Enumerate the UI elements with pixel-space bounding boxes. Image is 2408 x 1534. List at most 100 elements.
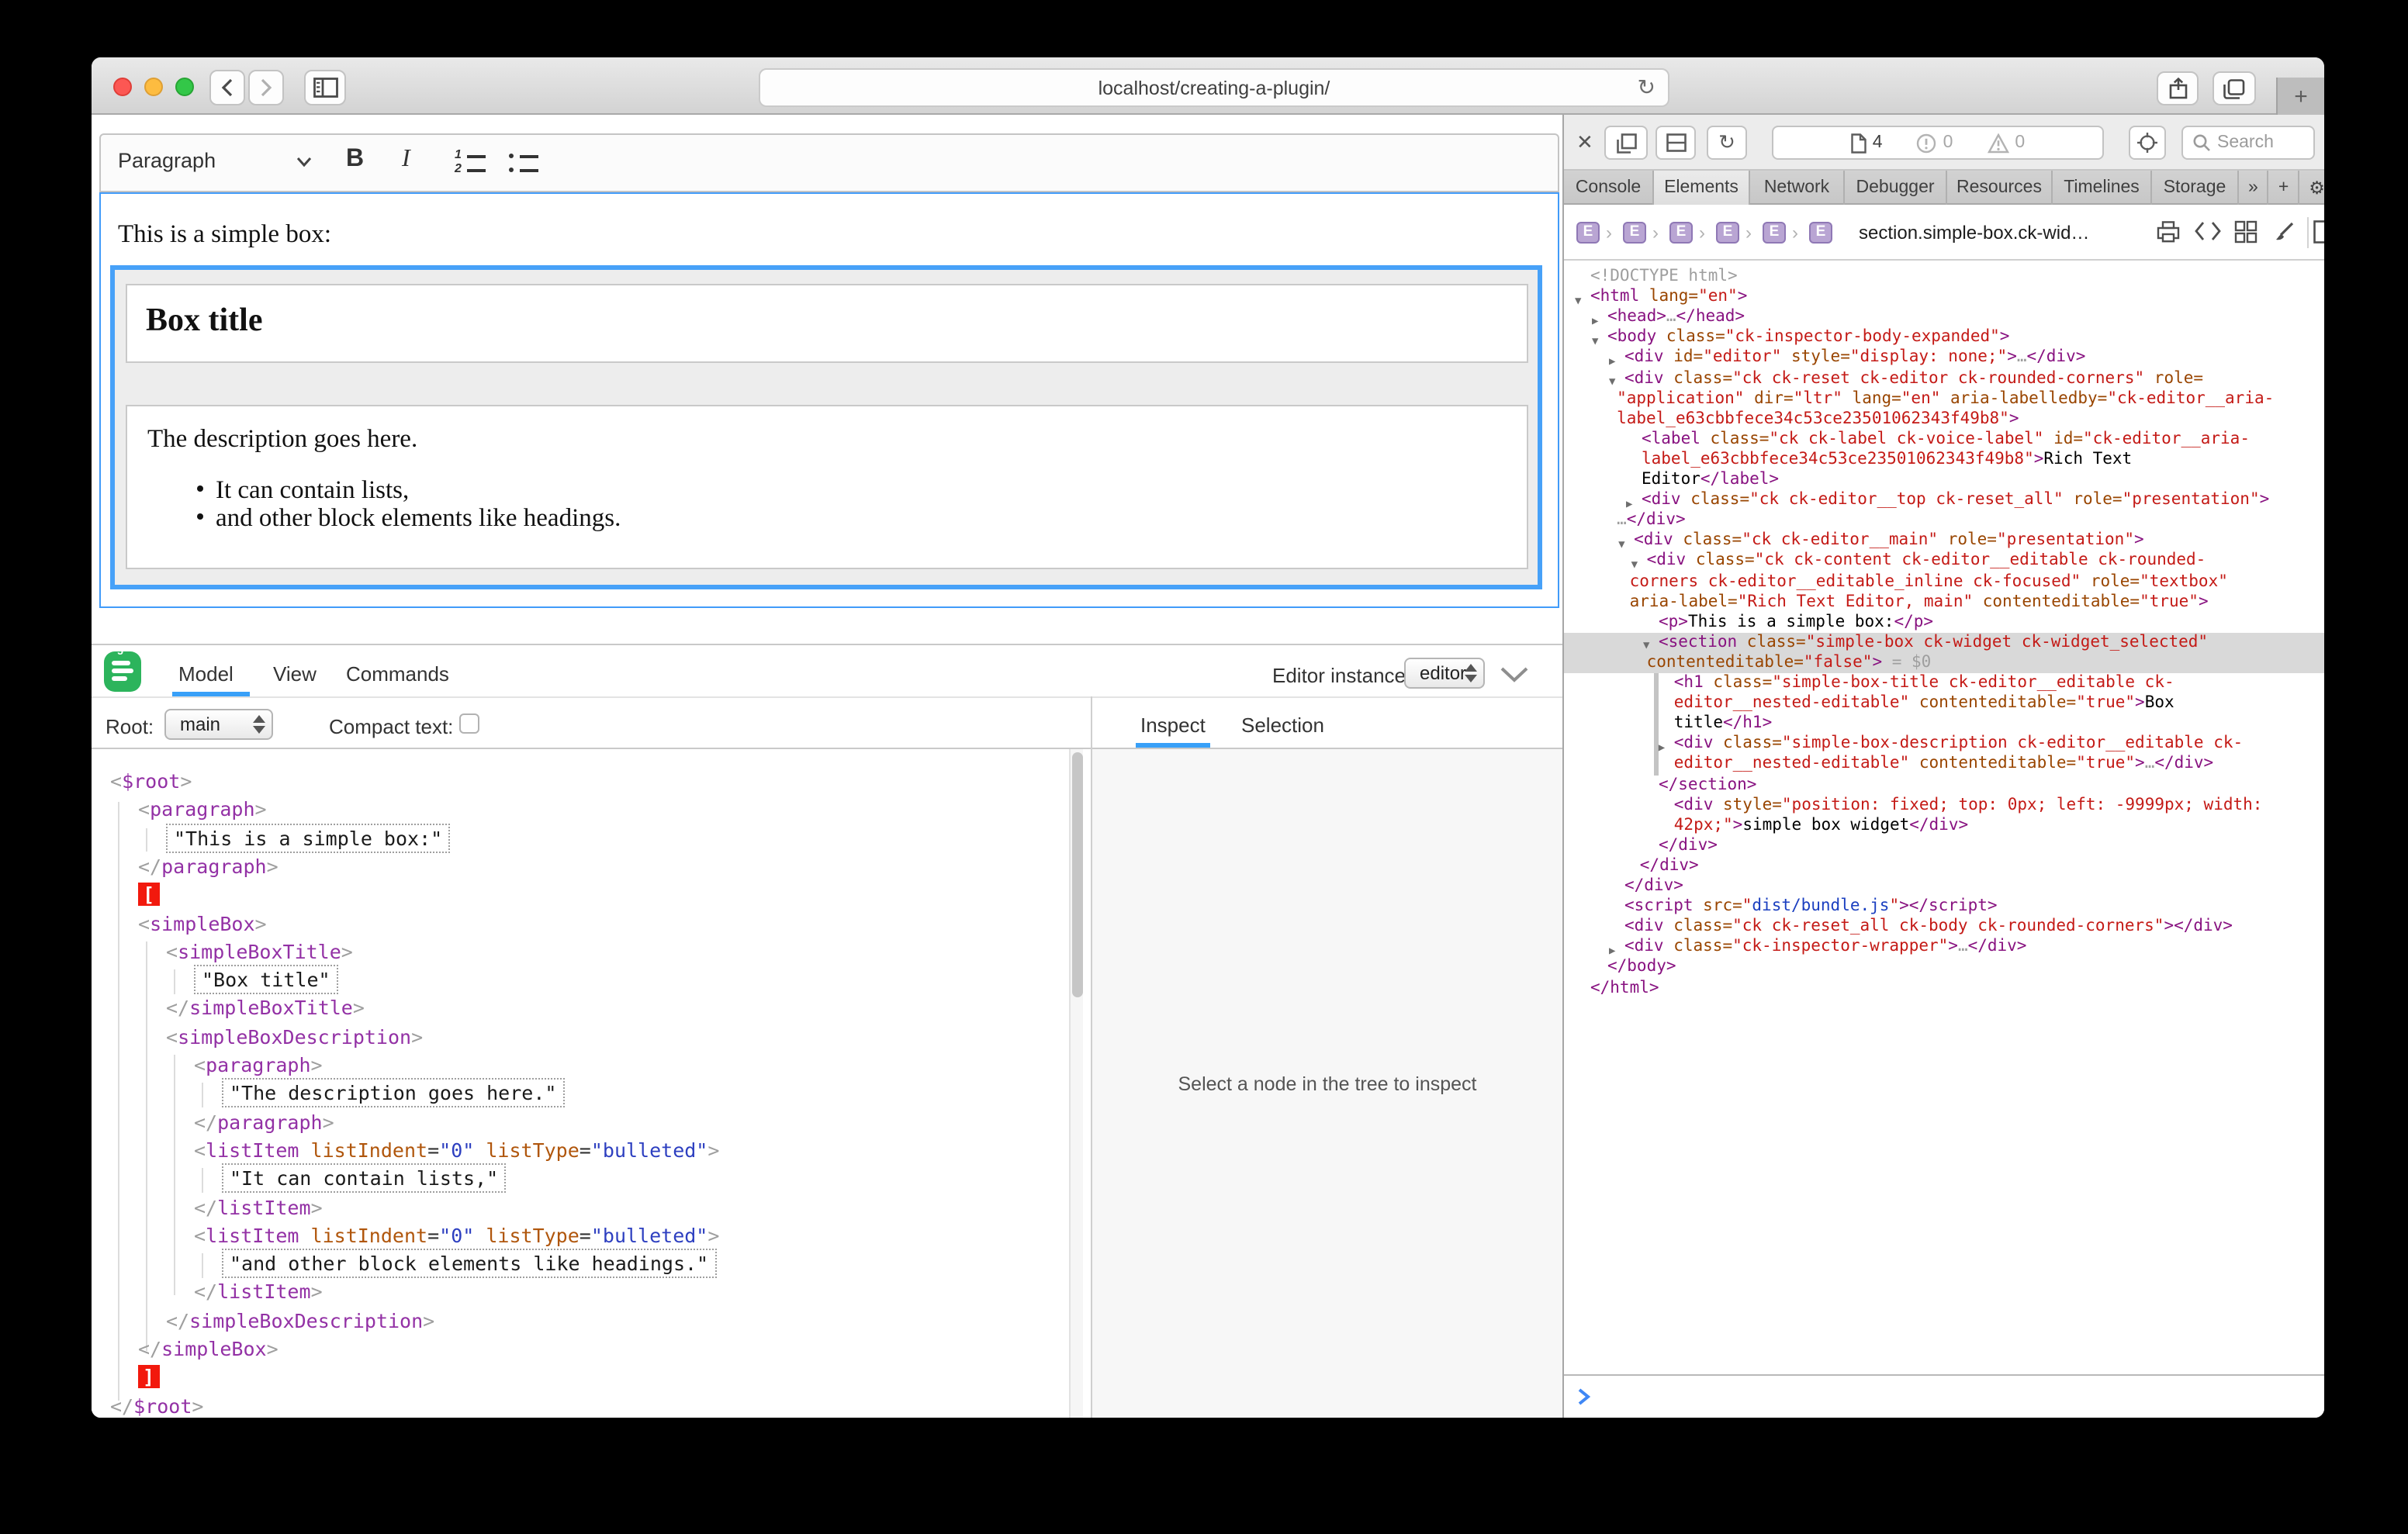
tree-row[interactable]: </simpleBoxDescription> — [92, 1307, 1069, 1335]
tree-row[interactable]: <!DOCTYPE html> — [1564, 267, 2324, 287]
tree-row[interactable]: </$root> — [92, 1392, 1069, 1418]
tree-row[interactable]: <div class="ck ck-reset_all ck-body ck-r… — [1564, 917, 2324, 937]
tree-row[interactable]: title</h1> — [1564, 713, 2324, 734]
italic-button[interactable]: I — [402, 146, 410, 174]
paragraph-dropdown[interactable]: Paragraph — [118, 149, 216, 172]
tree-row[interactable]: </listItem> — [92, 1279, 1069, 1308]
reload-page-button[interactable]: ↻ — [1707, 126, 1747, 160]
tree-row[interactable]: [ — [92, 881, 1069, 910]
compact-text-checkbox[interactable] — [459, 713, 479, 734]
element-crumb-icon[interactable]: E — [1763, 222, 1786, 244]
split-console-button[interactable] — [1656, 126, 1696, 160]
tree-row[interactable]: contenteditable="false"> = $0 — [1564, 653, 2324, 673]
reload-icon[interactable]: ↻ — [1638, 74, 1656, 101]
tree-row[interactable]: </section> — [1564, 775, 2324, 795]
chevron-down-icon[interactable] — [296, 157, 312, 168]
scrollbar-thumb[interactable] — [1072, 752, 1083, 997]
tree-row[interactable]: <h1 class="simple-box-title ck-editor__e… — [1564, 673, 2324, 693]
share-button[interactable] — [2157, 71, 2199, 105]
numbered-list-button[interactable]: 1 2 — [455, 150, 489, 178]
tree-row[interactable]: editor__nested-editable" contenteditable… — [1564, 693, 2324, 713]
tree-row[interactable]: …</div> — [1564, 510, 2324, 530]
tree-row[interactable]: ▶<div class="simple-box-description ck-e… — [1564, 734, 2324, 755]
tree-row[interactable]: corners ck-editor__editable_inline ck-fo… — [1564, 572, 2324, 592]
tree-row[interactable]: <simpleBoxTitle> — [92, 938, 1069, 967]
tree-row[interactable]: </listItem> — [92, 1194, 1069, 1222]
tree-row[interactable]: <listItem listIndent="0" listType="bulle… — [92, 1137, 1069, 1166]
collapse-inspector-icon[interactable] — [1500, 667, 1528, 682]
element-crumb-icon[interactable]: E — [1576, 222, 1600, 244]
tab-storage[interactable]: Storage — [2152, 171, 2239, 205]
tree-row[interactable]: ▼<html lang="en"> — [1564, 287, 2324, 307]
tree-row[interactable]: "Box title" — [92, 966, 1069, 995]
forward-button[interactable] — [248, 70, 284, 105]
element-crumb-icon[interactable]: E — [1809, 222, 1832, 244]
tree-row[interactable]: editor__nested-editable" contenteditable… — [1564, 755, 2324, 775]
simple-box-title-field[interactable]: Box title — [126, 284, 1528, 363]
tree-row[interactable]: </div> — [1564, 876, 2324, 897]
add-tab-button[interactable]: + — [2269, 171, 2299, 205]
tree-row[interactable]: <$root> — [92, 768, 1069, 796]
tab-inspect[interactable]: Inspect — [1140, 713, 1206, 737]
tree-row[interactable]: <script src="dist/bundle.js"></script> — [1564, 897, 2324, 917]
tab-view[interactable]: View — [273, 662, 317, 686]
close-devtools-button[interactable]: ✕ — [1576, 130, 1593, 155]
intro-paragraph[interactable]: This is a simple box: — [118, 219, 331, 250]
editor-editable-area[interactable]: This is a simple box: Box title The desc… — [99, 192, 1559, 608]
resource-summary-button[interactable]: 4 0 0 — [1772, 126, 2104, 160]
zoom-window-button[interactable] — [175, 78, 194, 96]
editor-instance-select[interactable]: editor — [1404, 658, 1485, 689]
selected-node-label[interactable]: section.simple-box.ck-wid… — [1859, 222, 2089, 244]
simple-box-widget[interactable]: Box title The description goes here. It … — [110, 265, 1542, 589]
tab-selection[interactable]: Selection — [1241, 713, 1324, 737]
minimize-window-button[interactable] — [144, 78, 163, 96]
box-title-heading[interactable]: Box title — [146, 301, 1527, 340]
tree-row[interactable]: <p>This is a simple box:</p> — [1564, 612, 2324, 632]
tree-row[interactable]: 42px;">simple box widget</div> — [1564, 815, 2324, 835]
tree-row[interactable]: "application" dir="ltr" lang="en" aria-l… — [1564, 389, 2324, 409]
show-tabs-button[interactable] — [2213, 71, 2256, 105]
element-crumb-icon[interactable]: E — [1716, 222, 1739, 244]
tree-row[interactable]: ] — [92, 1364, 1069, 1393]
tree-row[interactable]: <listItem listIndent="0" listType="bulle… — [92, 1222, 1069, 1251]
settings-tab-button[interactable]: ⚙ — [2299, 171, 2324, 205]
tree-row[interactable]: <paragraph> — [92, 796, 1069, 825]
tab-commands[interactable]: Commands — [346, 662, 449, 686]
tree-row[interactable]: ▼<section class="simple-box ck-widget ck… — [1564, 633, 2324, 653]
tree-row[interactable]: </paragraph> — [92, 853, 1069, 882]
back-button[interactable] — [209, 70, 245, 105]
list-item[interactable]: It can contain lists, — [216, 475, 409, 503]
tree-row[interactable]: aria-label="Rich Text Editor, main" cont… — [1564, 592, 2324, 612]
dock-side-button[interactable] — [1604, 126, 1648, 160]
tree-row[interactable]: ▶<div class="ck ck-editor__top ck-reset_… — [1564, 490, 2324, 510]
tree-row[interactable]: <paragraph> — [92, 1052, 1069, 1080]
tree-row[interactable]: <label class="ck ck-label ck-voice-label… — [1564, 430, 2324, 450]
more-tabs-button[interactable]: » — [2239, 171, 2269, 205]
tree-row[interactable]: </simpleBoxTitle> — [92, 995, 1069, 1024]
list-item[interactable]: and other block elements like headings. — [216, 503, 621, 530]
tree-row[interactable]: </paragraph> — [92, 1108, 1069, 1137]
address-bar[interactable]: localhost/creating-a-plugin/ ↻ — [759, 68, 1669, 107]
root-select[interactable]: main — [164, 709, 273, 740]
element-crumb-icon[interactable]: E — [1669, 222, 1693, 244]
bulleted-list-button[interactable] — [507, 150, 541, 178]
tree-row[interactable]: </simpleBox> — [92, 1335, 1069, 1364]
simple-box-description-field[interactable]: The description goes here. It can contai… — [126, 405, 1528, 569]
tree-row[interactable]: ▼<body class="ck-inspector-body-expanded… — [1564, 328, 2324, 348]
quick-console[interactable] — [1564, 1374, 2324, 1418]
tree-row[interactable]: "and other block elements like headings.… — [92, 1250, 1069, 1279]
description-paragraph[interactable]: The description goes here. — [147, 423, 417, 454]
tree-row[interactable]: ▼<div class="ck ck-content ck-editor__ed… — [1564, 551, 2324, 572]
show-source-icon[interactable] — [2194, 220, 2222, 242]
new-tab-button[interactable]: + — [2276, 78, 2324, 115]
tree-row[interactable]: <simpleBoxDescription> — [92, 1023, 1069, 1052]
devtools-search-field[interactable]: Search — [2181, 126, 2315, 160]
tree-row[interactable]: </body> — [1564, 958, 2324, 978]
tree-row[interactable]: </div> — [1564, 836, 2324, 856]
tree-row[interactable]: "It can contain lists," — [92, 1165, 1069, 1194]
styles-brush-icon[interactable] — [2271, 220, 2296, 245]
tab-console[interactable]: Console — [1564, 171, 1654, 205]
tree-row[interactable]: </html> — [1564, 978, 2324, 998]
tree-row[interactable]: ▼<div class="ck ck-reset ck-editor ck-ro… — [1564, 368, 2324, 389]
close-window-button[interactable] — [113, 78, 132, 96]
